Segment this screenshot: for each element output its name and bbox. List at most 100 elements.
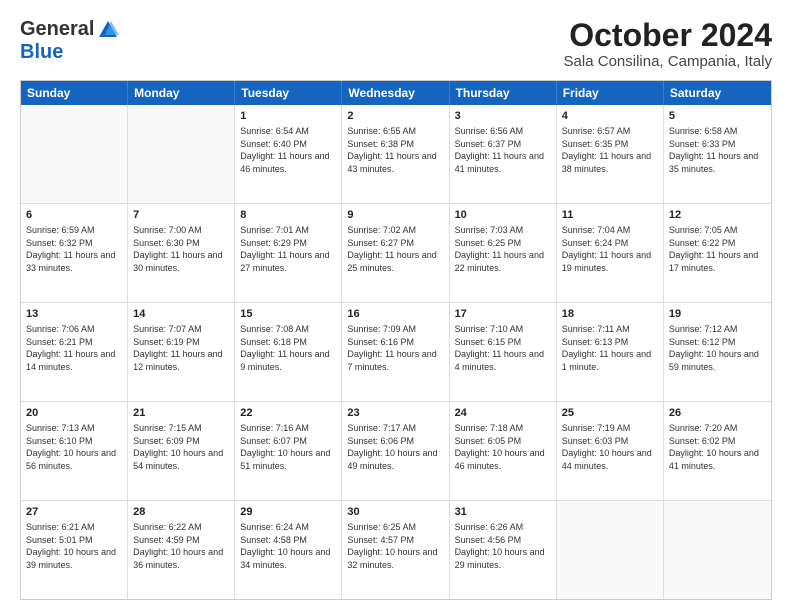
- location: Sala Consilina, Campania, Italy: [564, 53, 772, 70]
- empty-cell-4-5: [557, 501, 664, 599]
- day-number: 29: [240, 505, 336, 520]
- day-cell-21: 21Sunrise: 7:15 AMSunset: 6:09 PMDayligh…: [128, 402, 235, 500]
- calendar-row-3: 13Sunrise: 7:06 AMSunset: 6:21 PMDayligh…: [21, 303, 771, 402]
- day-cell-24: 24Sunrise: 7:18 AMSunset: 6:05 PMDayligh…: [450, 402, 557, 500]
- day-info: Sunrise: 6:55 AMSunset: 6:38 PMDaylight:…: [347, 125, 443, 175]
- day-info: Sunrise: 7:09 AMSunset: 6:16 PMDaylight:…: [347, 323, 443, 373]
- day-number: 20: [26, 406, 122, 421]
- day-info: Sunrise: 7:01 AMSunset: 6:29 PMDaylight:…: [240, 224, 336, 274]
- day-number: 1: [240, 109, 336, 124]
- day-cell-10: 10Sunrise: 7:03 AMSunset: 6:25 PMDayligh…: [450, 204, 557, 302]
- calendar-row-1: 1Sunrise: 6:54 AMSunset: 6:40 PMDaylight…: [21, 105, 771, 204]
- day-cell-7: 7Sunrise: 7:00 AMSunset: 6:30 PMDaylight…: [128, 204, 235, 302]
- day-number: 26: [669, 406, 766, 421]
- day-number: 5: [669, 109, 766, 124]
- day-cell-6: 6Sunrise: 6:59 AMSunset: 6:32 PMDaylight…: [21, 204, 128, 302]
- day-number: 4: [562, 109, 658, 124]
- day-number: 15: [240, 307, 336, 322]
- day-number: 16: [347, 307, 443, 322]
- day-info: Sunrise: 7:06 AMSunset: 6:21 PMDaylight:…: [26, 323, 122, 373]
- day-cell-13: 13Sunrise: 7:06 AMSunset: 6:21 PMDayligh…: [21, 303, 128, 401]
- header-day-friday: Friday: [557, 81, 664, 105]
- day-cell-30: 30Sunrise: 6:25 AMSunset: 4:57 PMDayligh…: [342, 501, 449, 599]
- header-day-sunday: Sunday: [21, 81, 128, 105]
- logo: General Blue: [20, 18, 119, 64]
- calendar-header: SundayMondayTuesdayWednesdayThursdayFrid…: [21, 81, 771, 105]
- day-info: Sunrise: 7:05 AMSunset: 6:22 PMDaylight:…: [669, 224, 766, 274]
- header-right: October 2024 Sala Consilina, Campania, I…: [564, 18, 772, 70]
- day-cell-28: 28Sunrise: 6:22 AMSunset: 4:59 PMDayligh…: [128, 501, 235, 599]
- day-cell-5: 5Sunrise: 6:58 AMSunset: 6:33 PMDaylight…: [664, 105, 771, 203]
- day-info: Sunrise: 6:58 AMSunset: 6:33 PMDaylight:…: [669, 125, 766, 175]
- day-cell-19: 19Sunrise: 7:12 AMSunset: 6:12 PMDayligh…: [664, 303, 771, 401]
- day-info: Sunrise: 7:03 AMSunset: 6:25 PMDaylight:…: [455, 224, 551, 274]
- day-number: 18: [562, 307, 658, 322]
- header-day-monday: Monday: [128, 81, 235, 105]
- month-title: October 2024: [564, 18, 772, 53]
- calendar-row-4: 20Sunrise: 7:13 AMSunset: 6:10 PMDayligh…: [21, 402, 771, 501]
- calendar: SundayMondayTuesdayWednesdayThursdayFrid…: [20, 80, 772, 600]
- day-info: Sunrise: 7:00 AMSunset: 6:30 PMDaylight:…: [133, 224, 229, 274]
- calendar-body: 1Sunrise: 6:54 AMSunset: 6:40 PMDaylight…: [21, 105, 771, 599]
- empty-cell-4-6: [664, 501, 771, 599]
- day-number: 25: [562, 406, 658, 421]
- header-day-wednesday: Wednesday: [342, 81, 449, 105]
- day-info: Sunrise: 6:26 AMSunset: 4:56 PMDaylight:…: [455, 521, 551, 571]
- day-info: Sunrise: 6:59 AMSunset: 6:32 PMDaylight:…: [26, 224, 122, 274]
- day-info: Sunrise: 7:04 AMSunset: 6:24 PMDaylight:…: [562, 224, 658, 274]
- day-number: 24: [455, 406, 551, 421]
- day-info: Sunrise: 7:19 AMSunset: 6:03 PMDaylight:…: [562, 422, 658, 472]
- header-day-saturday: Saturday: [664, 81, 771, 105]
- day-info: Sunrise: 7:18 AMSunset: 6:05 PMDaylight:…: [455, 422, 551, 472]
- day-cell-17: 17Sunrise: 7:10 AMSunset: 6:15 PMDayligh…: [450, 303, 557, 401]
- day-number: 22: [240, 406, 336, 421]
- day-number: 7: [133, 208, 229, 223]
- day-info: Sunrise: 7:13 AMSunset: 6:10 PMDaylight:…: [26, 422, 122, 472]
- day-cell-20: 20Sunrise: 7:13 AMSunset: 6:10 PMDayligh…: [21, 402, 128, 500]
- day-cell-23: 23Sunrise: 7:17 AMSunset: 6:06 PMDayligh…: [342, 402, 449, 500]
- day-info: Sunrise: 7:07 AMSunset: 6:19 PMDaylight:…: [133, 323, 229, 373]
- day-number: 17: [455, 307, 551, 322]
- day-number: 19: [669, 307, 766, 322]
- day-info: Sunrise: 7:02 AMSunset: 6:27 PMDaylight:…: [347, 224, 443, 274]
- day-cell-1: 1Sunrise: 6:54 AMSunset: 6:40 PMDaylight…: [235, 105, 342, 203]
- day-cell-2: 2Sunrise: 6:55 AMSunset: 6:38 PMDaylight…: [342, 105, 449, 203]
- day-info: Sunrise: 7:17 AMSunset: 6:06 PMDaylight:…: [347, 422, 443, 472]
- calendar-row-2: 6Sunrise: 6:59 AMSunset: 6:32 PMDaylight…: [21, 204, 771, 303]
- day-number: 27: [26, 505, 122, 520]
- day-info: Sunrise: 6:54 AMSunset: 6:40 PMDaylight:…: [240, 125, 336, 175]
- header: General Blue October 2024 Sala Consilina…: [20, 18, 772, 70]
- day-cell-25: 25Sunrise: 7:19 AMSunset: 6:03 PMDayligh…: [557, 402, 664, 500]
- day-number: 8: [240, 208, 336, 223]
- day-cell-29: 29Sunrise: 6:24 AMSunset: 4:58 PMDayligh…: [235, 501, 342, 599]
- day-info: Sunrise: 6:57 AMSunset: 6:35 PMDaylight:…: [562, 125, 658, 175]
- day-number: 23: [347, 406, 443, 421]
- empty-cell-0-1: [128, 105, 235, 203]
- day-cell-18: 18Sunrise: 7:11 AMSunset: 6:13 PMDayligh…: [557, 303, 664, 401]
- day-number: 3: [455, 109, 551, 124]
- day-info: Sunrise: 6:22 AMSunset: 4:59 PMDaylight:…: [133, 521, 229, 571]
- day-cell-12: 12Sunrise: 7:05 AMSunset: 6:22 PMDayligh…: [664, 204, 771, 302]
- day-cell-4: 4Sunrise: 6:57 AMSunset: 6:35 PMDaylight…: [557, 105, 664, 203]
- day-number: 28: [133, 505, 229, 520]
- day-info: Sunrise: 7:12 AMSunset: 6:12 PMDaylight:…: [669, 323, 766, 373]
- day-cell-8: 8Sunrise: 7:01 AMSunset: 6:29 PMDaylight…: [235, 204, 342, 302]
- day-info: Sunrise: 6:24 AMSunset: 4:58 PMDaylight:…: [240, 521, 336, 571]
- day-number: 14: [133, 307, 229, 322]
- day-number: 10: [455, 208, 551, 223]
- day-cell-27: 27Sunrise: 6:21 AMSunset: 5:01 PMDayligh…: [21, 501, 128, 599]
- day-number: 6: [26, 208, 122, 223]
- day-info: Sunrise: 7:10 AMSunset: 6:15 PMDaylight:…: [455, 323, 551, 373]
- day-number: 30: [347, 505, 443, 520]
- day-cell-22: 22Sunrise: 7:16 AMSunset: 6:07 PMDayligh…: [235, 402, 342, 500]
- header-day-thursday: Thursday: [450, 81, 557, 105]
- day-number: 2: [347, 109, 443, 124]
- day-info: Sunrise: 7:08 AMSunset: 6:18 PMDaylight:…: [240, 323, 336, 373]
- day-info: Sunrise: 7:16 AMSunset: 6:07 PMDaylight:…: [240, 422, 336, 472]
- logo-icon: [97, 19, 119, 41]
- day-cell-14: 14Sunrise: 7:07 AMSunset: 6:19 PMDayligh…: [128, 303, 235, 401]
- calendar-row-5: 27Sunrise: 6:21 AMSunset: 5:01 PMDayligh…: [21, 501, 771, 599]
- day-cell-9: 9Sunrise: 7:02 AMSunset: 6:27 PMDaylight…: [342, 204, 449, 302]
- day-number: 9: [347, 208, 443, 223]
- empty-cell-0-0: [21, 105, 128, 203]
